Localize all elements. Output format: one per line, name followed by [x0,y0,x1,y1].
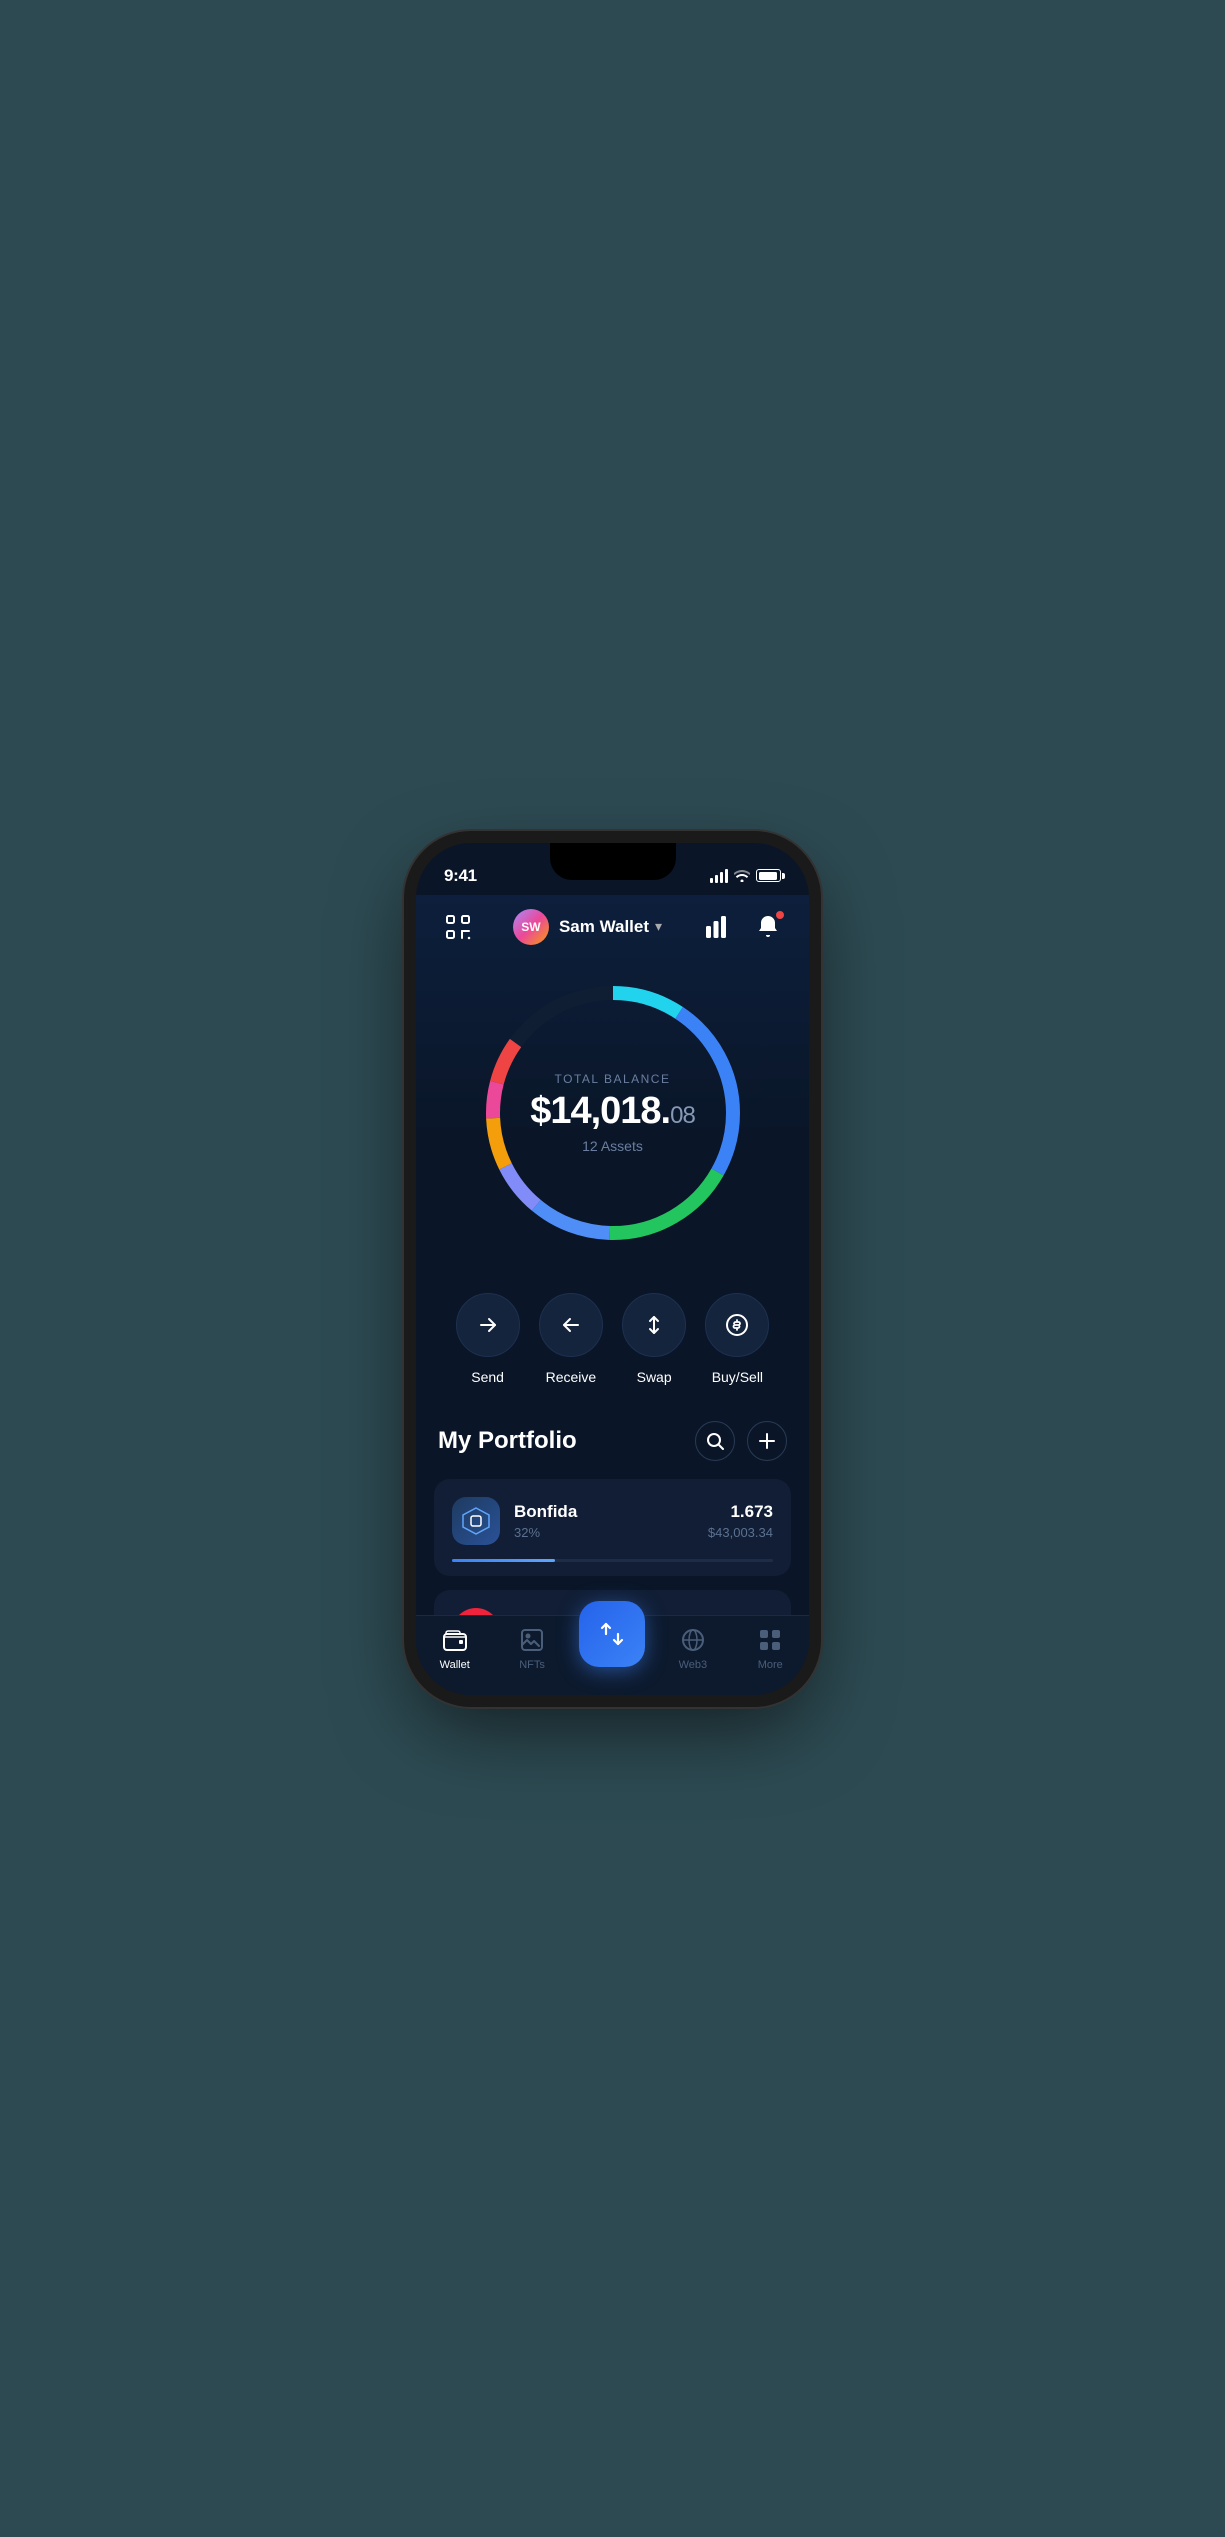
nfts-nav-icon [519,1627,545,1653]
swap-icon [643,1314,665,1336]
swap-circle [622,1293,686,1357]
nav-web3[interactable]: Web3 [663,1626,723,1671]
swap-fab-button[interactable] [579,1601,645,1667]
buysell-circle [705,1293,769,1357]
battery-icon [756,869,781,882]
more-nav-icon [757,1627,783,1653]
portfolio-search-button[interactable] [695,1421,735,1461]
search-icon [706,1432,724,1450]
wallet-selector[interactable]: SW Sam Wallet ▾ [513,909,662,945]
buysell-action[interactable]: Buy/Sell [705,1293,769,1385]
wallet-name-wrap: Sam Wallet ▾ [559,917,662,937]
buysell-icon [724,1312,750,1338]
nfts-nav-label: NFTs [519,1659,545,1671]
signal-bar-1 [710,878,713,883]
chevron-down-icon: ▾ [655,918,662,935]
scan-icon [445,914,471,940]
wallet-nav-label: Wallet [440,1659,470,1671]
receive-action[interactable]: Receive [539,1293,603,1385]
asset-card-bonfida[interactable]: Bonfida 32% 1.673 $43,003.34 [434,1479,791,1576]
wallet-nav-icon-wrap [441,1626,469,1654]
bonfida-usd: $43,003.34 [708,1525,773,1540]
chart-button[interactable] [697,908,735,946]
balance-whole: $14,018. [530,1090,670,1132]
donut-section: TOTAL BALANCE $14,018.08 12 Assets [416,963,809,1283]
signal-bar-4 [725,869,728,883]
donut-chart: TOTAL BALANCE $14,018.08 12 Assets [473,973,753,1253]
bonfida-info: Bonfida 32% [514,1502,694,1540]
balance-display: TOTAL BALANCE $14,018.08 12 Assets [530,1072,695,1154]
bonfida-name: Bonfida [514,1502,694,1522]
nav-more[interactable]: More [740,1626,800,1671]
status-icons [710,869,781,883]
buysell-label: Buy/Sell [712,1369,763,1385]
add-icon [758,1432,776,1450]
portfolio-actions [695,1421,787,1461]
nfts-nav-icon-wrap [518,1626,546,1654]
balance-label: TOTAL BALANCE [530,1072,695,1086]
signal-bar-2 [715,875,718,883]
bottom-nav: Wallet NFTs [416,1615,809,1695]
battery-fill [759,872,777,880]
more-nav-label: More [758,1659,783,1671]
signal-bars-icon [710,869,728,883]
bonfida-progress [452,1559,773,1562]
balance-cents: 08 [670,1102,695,1129]
status-time: 9:41 [444,866,477,886]
phone-frame: 9:41 [416,843,809,1695]
nav-center-swap[interactable] [579,1601,645,1667]
nav-wallet[interactable]: Wallet [425,1626,485,1671]
portfolio-header: My Portfolio [434,1421,791,1461]
swap-fab-icon [597,1619,627,1649]
swap-action[interactable]: Swap [622,1293,686,1385]
wallet-nav-icon [442,1627,468,1653]
bonfida-values: 1.673 $43,003.34 [708,1502,773,1540]
balance-amount: $14,018.08 [530,1092,695,1130]
web3-nav-icon [680,1627,706,1653]
send-action[interactable]: Send [456,1293,520,1385]
bonfida-logo [452,1497,500,1545]
portfolio-add-button[interactable] [747,1421,787,1461]
assets-count: 12 Assets [530,1138,695,1154]
signal-bar-3 [720,872,723,883]
web3-nav-icon-wrap [679,1626,707,1654]
bonfida-amount: 1.673 [708,1502,773,1522]
nav-nfts[interactable]: NFTs [502,1626,562,1671]
bonfida-icon [461,1506,491,1536]
notch [550,843,676,880]
bonfida-percent: 32% [514,1525,694,1540]
wifi-icon [734,869,750,882]
notification-badge [775,910,785,920]
bonfida-progress-fill [452,1559,555,1562]
header-right [697,908,787,946]
send-label: Send [471,1369,504,1385]
header-left [438,907,478,947]
receive-icon [560,1314,582,1336]
app-content[interactable]: SW Sam Wallet ▾ [416,895,809,1695]
header: SW Sam Wallet ▾ [416,895,809,963]
send-circle [456,1293,520,1357]
chart-icon [704,916,728,938]
avatar: SW [513,909,549,945]
more-nav-icon-wrap [756,1626,784,1654]
wallet-name: Sam Wallet [559,917,649,937]
portfolio-title: My Portfolio [438,1427,577,1455]
receive-circle [539,1293,603,1357]
swap-label: Swap [637,1369,672,1385]
notifications-button[interactable] [749,908,787,946]
asset-row-bonfida: Bonfida 32% 1.673 $43,003.34 [452,1497,773,1545]
scan-button[interactable] [438,907,478,947]
send-icon [477,1314,499,1336]
receive-label: Receive [546,1369,597,1385]
web3-nav-label: Web3 [679,1659,708,1671]
actions-section: Send Receive [416,1283,809,1421]
